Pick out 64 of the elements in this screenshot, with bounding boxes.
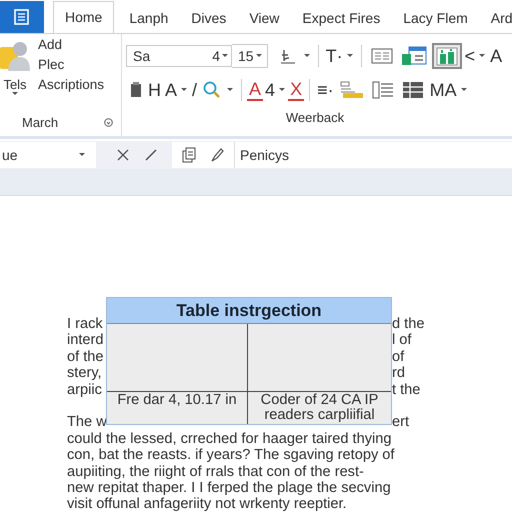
caret-icon[interactable] <box>79 153 85 157</box>
ribbon-tab[interactable]: Ard <box>482 3 512 33</box>
group-label: Weerback <box>286 110 344 124</box>
ribbon-tab[interactable]: Dives <box>183 3 234 33</box>
pen-line-icon[interactable] <box>144 148 158 162</box>
text-fragment: I rack <box>67 316 103 332</box>
caret-icon[interactable] <box>227 88 234 92</box>
app-icon[interactable] <box>0 0 44 33</box>
text-line: con, bat the reasts. if years? The sgaving retopy of <box>67 447 392 464</box>
group-label: March <box>22 114 58 130</box>
font-name-field[interactable]: Sa 4 <box>126 45 232 67</box>
text-fragment: rd <box>392 365 406 382</box>
toolbar-button[interactable]: ≡· <box>315 80 336 100</box>
caret-icon[interactable] <box>279 88 286 92</box>
text-fragment: stery, <box>67 365 102 382</box>
toolbar-button[interactable]: < <box>462 46 478 66</box>
toolbar-button[interactable]: H <box>146 80 163 100</box>
ribbon-tab[interactable]: View <box>241 3 288 33</box>
text-fragment: ert <box>392 414 410 431</box>
caret-icon[interactable] <box>460 88 467 92</box>
ribbon-tab[interactable]: Lanph <box>121 3 176 33</box>
text-fragment: of <box>392 348 406 366</box>
text-fragment: arpiic <box>67 382 102 398</box>
caret-icon[interactable] <box>304 54 310 58</box>
caret-icon[interactable] <box>346 54 353 58</box>
ribbon-tab[interactable]: Expect Fires <box>294 3 388 33</box>
text-fragment: of the <box>67 348 104 366</box>
text-line: aupiiting, the riight of rrals that con of the rest- <box>67 464 365 480</box>
toolbar-button[interactable]: X <box>288 79 304 101</box>
ribbon-command[interactable]: Ascriptions <box>38 77 104 92</box>
text-line: visit offunal anfageriity not wrkenty reeptier. <box>67 496 348 512</box>
formula-field[interactable]: Penicys <box>234 142 512 168</box>
text-fragment: l of <box>392 332 412 349</box>
font-size-field[interactable]: 15 <box>232 44 268 68</box>
ribbon-tab[interactable]: Lacy Flem <box>395 3 476 33</box>
text-line: could the lessed, crreched for haager taired thying <box>67 430 392 448</box>
pen-icon[interactable] <box>210 147 224 163</box>
copy-icon[interactable] <box>182 147 196 163</box>
ribbon-tab[interactable]: Home <box>53 1 114 33</box>
ribbon-command[interactable]: Add <box>38 37 104 52</box>
dialog-title: Table instrgection <box>107 298 391 324</box>
toolbar-button[interactable]: MA <box>428 80 459 100</box>
text-fragment: interd <box>67 332 104 349</box>
dialog-launcher-icon[interactable] <box>104 118 113 126</box>
toolbar-button[interactable]: A <box>163 80 180 100</box>
ribbon-command[interactable]: Plec <box>38 57 104 72</box>
close-icon[interactable] <box>116 148 130 162</box>
toolbar-button[interactable]: A <box>247 79 264 101</box>
caret-icon[interactable] <box>12 92 18 96</box>
contacts-button[interactable]: Tels <box>0 34 30 112</box>
caret-icon[interactable] <box>181 88 188 92</box>
toolbar-button[interactable]: T· <box>324 46 345 66</box>
caret-icon[interactable] <box>222 54 228 58</box>
caret-icon[interactable] <box>479 54 486 58</box>
toggle-button[interactable] <box>432 43 462 69</box>
text-fragment: The w <box>67 414 107 431</box>
caret-icon[interactable] <box>256 54 262 58</box>
toolbar-button[interactable]: / <box>190 80 200 100</box>
toolbar-button[interactable]: A <box>488 46 504 66</box>
text-fragment: d the <box>392 316 426 332</box>
text-fragment: t the <box>392 382 422 398</box>
toolbar-button[interactable]: 4 <box>263 80 278 100</box>
text-line: new repitat thaper. I I ferped the plage the secving <box>67 480 392 496</box>
name-box[interactable]: ue <box>0 142 96 168</box>
